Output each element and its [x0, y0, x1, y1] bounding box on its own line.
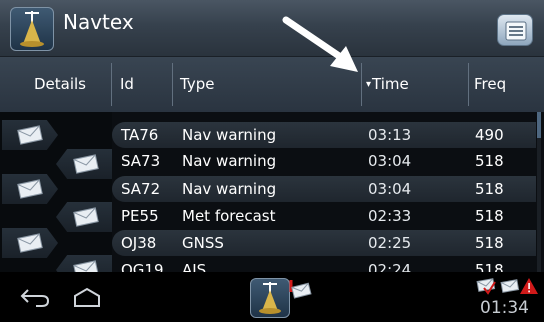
- message-type: Nav warning: [182, 126, 277, 144]
- details-button[interactable]: [2, 120, 58, 150]
- message-type: GNSS: [182, 234, 224, 252]
- column-separator: [172, 63, 173, 106]
- message-freq: 518: [475, 207, 504, 225]
- table-row[interactable]: SA72 Nav warning 03:04 518: [112, 176, 536, 202]
- table-row[interactable]: SA73 Nav warning 03:04 518: [112, 148, 536, 174]
- details-button[interactable]: [56, 149, 112, 179]
- message-type: Nav warning: [182, 180, 277, 198]
- envelope-icon: [73, 207, 99, 227]
- envelope-icon: [73, 154, 99, 174]
- column-separator: [468, 63, 469, 106]
- message-time: 03:13: [368, 126, 412, 144]
- message-type: Met forecast: [182, 207, 276, 225]
- message-time: 03:04: [368, 180, 412, 198]
- message-id: OG19: [121, 261, 164, 272]
- message-type: Nav warning: [182, 152, 277, 170]
- message-status-icons: [476, 278, 538, 295]
- message-id: OJ38: [121, 234, 157, 252]
- message-freq: 518: [475, 152, 504, 170]
- details-button[interactable]: [2, 228, 58, 258]
- sort-indicator-icon: ▾: [366, 79, 372, 90]
- column-type[interactable]: Type: [180, 57, 214, 112]
- table-row[interactable]: TA76 Nav warning 03:13 490: [112, 122, 536, 148]
- navtex-screen: Navtex Details Id Type ▾Time Freq TA76 N…: [0, 0, 544, 322]
- column-separator: [111, 63, 112, 106]
- envelope-icon: [17, 179, 43, 199]
- home-icon[interactable]: [72, 286, 102, 308]
- message-id: SA73: [121, 152, 161, 170]
- details-button[interactable]: [56, 255, 112, 272]
- message-time: 02:24: [368, 261, 412, 272]
- column-time[interactable]: ▾Time: [366, 57, 409, 112]
- navtex-taskbar-icon[interactable]: [250, 278, 290, 318]
- back-icon[interactable]: [18, 284, 52, 310]
- message-id: TA76: [121, 126, 159, 144]
- message-time: 03:04: [368, 152, 412, 170]
- envelope-icon: [73, 260, 99, 272]
- list-scrollbar-thumb[interactable]: [537, 112, 541, 138]
- title-bar: Navtex: [0, 0, 544, 57]
- table-row[interactable]: PE55 Met forecast 02:33 518: [112, 203, 536, 229]
- clock: 01:34: [480, 298, 529, 318]
- envelope-icon: [17, 125, 43, 145]
- details-panel: [0, 112, 112, 272]
- table-row[interactable]: OG19 AIS 02:24 518: [112, 257, 536, 272]
- message-freq: 490: [475, 126, 504, 144]
- details-button[interactable]: [56, 202, 112, 232]
- navtex-app-icon[interactable]: [10, 7, 54, 51]
- message-list: TA76 Nav warning 03:13 490 SA73 Nav warn…: [112, 122, 536, 272]
- message-type: AIS: [182, 261, 207, 272]
- details-button[interactable]: [2, 174, 58, 204]
- message-time: 02:25: [368, 234, 412, 252]
- column-time-label: Time: [372, 75, 409, 93]
- envelope-icon: [17, 233, 43, 253]
- column-id[interactable]: Id: [120, 57, 134, 112]
- new-message-notification-icon: [289, 280, 312, 299]
- column-header: Details Id Type ▾Time Freq: [0, 57, 544, 112]
- system-bar: 01:34: [0, 272, 544, 322]
- menu-button[interactable]: [497, 14, 533, 46]
- message-id: PE55: [121, 207, 159, 225]
- message-time: 02:33: [368, 207, 412, 225]
- message-freq: 518: [475, 234, 504, 252]
- message-freq: 518: [475, 261, 504, 272]
- menu-list-icon: [505, 21, 527, 41]
- column-freq[interactable]: Freq: [474, 57, 506, 112]
- table-row[interactable]: OJ38 GNSS 02:25 518: [112, 230, 536, 256]
- column-details[interactable]: Details: [34, 57, 86, 112]
- message-freq: 518: [475, 180, 504, 198]
- app-title: Navtex: [63, 10, 134, 34]
- pointer-arrow-icon: [282, 16, 358, 72]
- message-id: SA72: [121, 180, 161, 198]
